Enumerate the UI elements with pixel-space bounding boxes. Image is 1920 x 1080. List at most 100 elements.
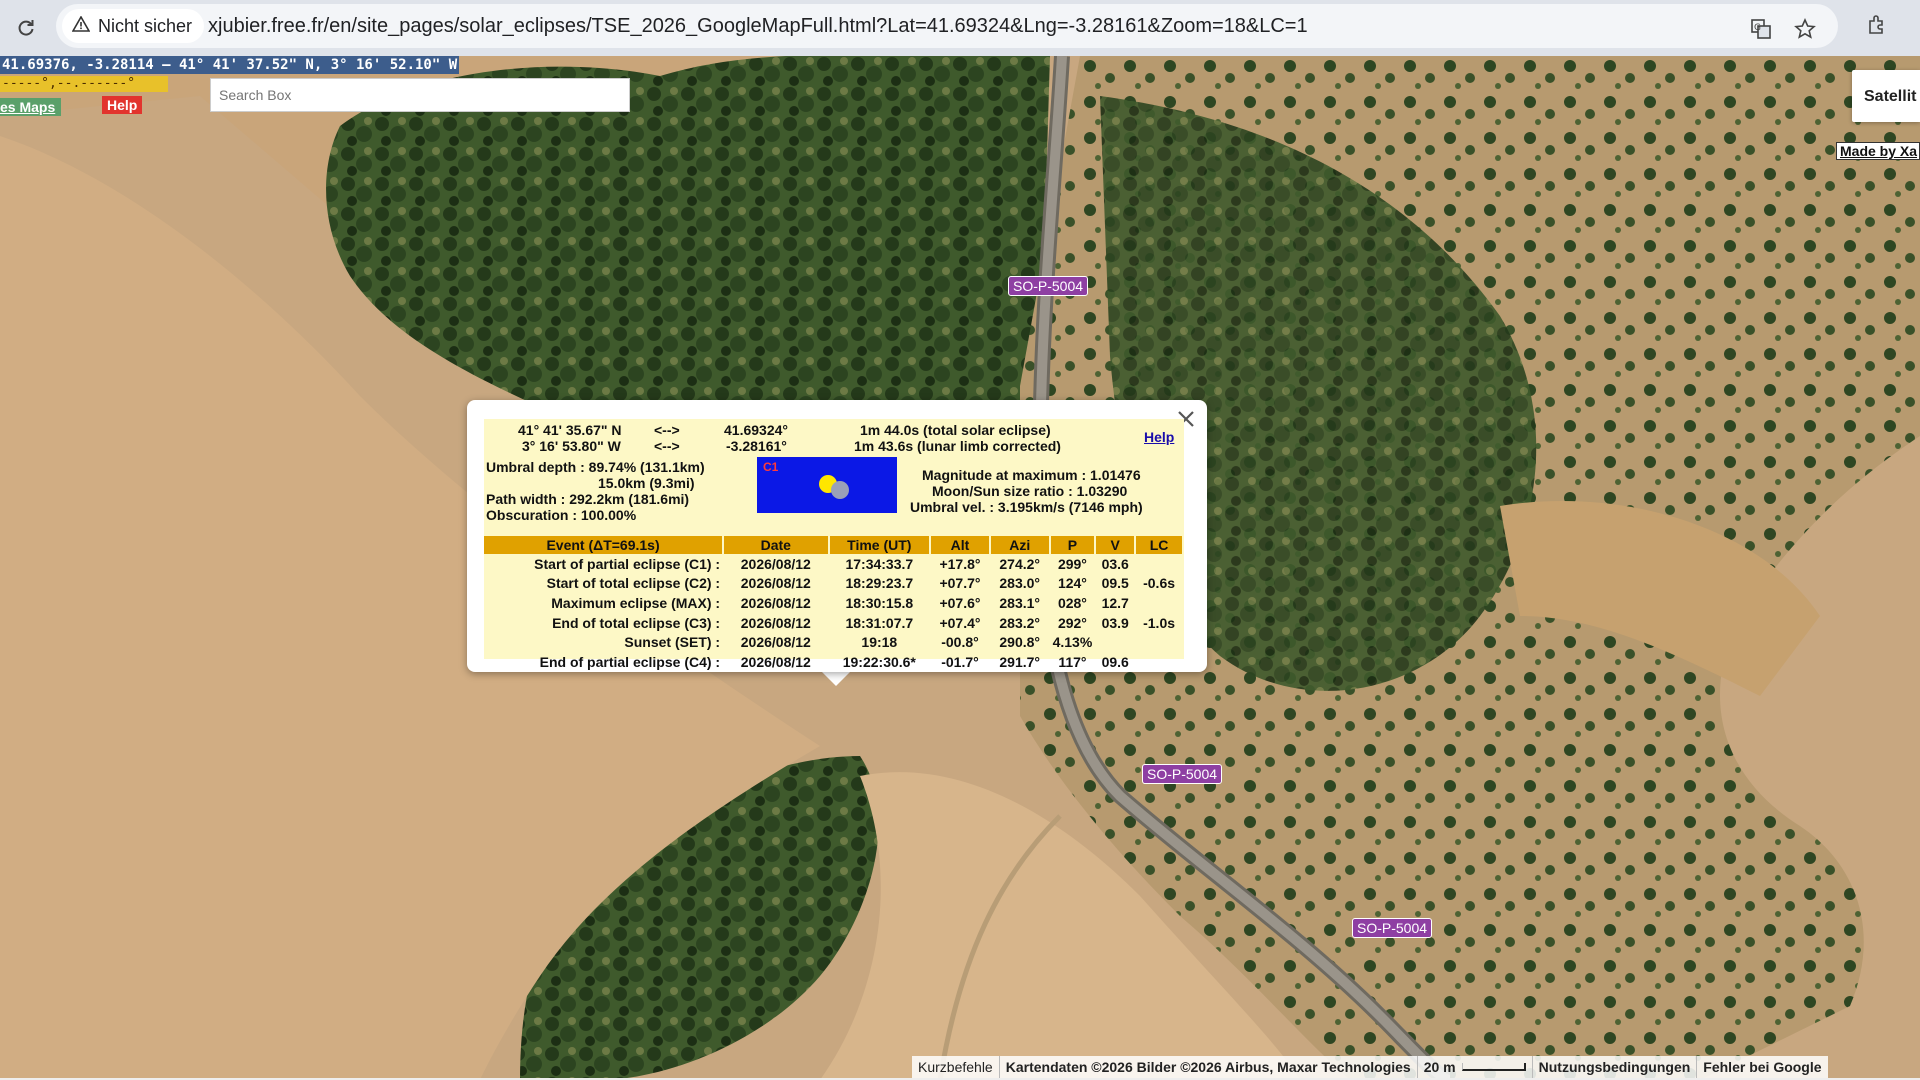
event-v-angle: 12.7 [1101,594,1129,611]
latitude-decimal: 41.69324° [724,422,788,438]
event-date: 2026/08/12 [740,634,811,651]
road-label: SO-P-5004 [1142,764,1223,784]
map-data-credit: Kartendaten ©2026 Bilder ©2026 Airbus, M… [998,1056,1417,1078]
event-name: Start of total eclipse (C2) : [546,575,721,592]
column-header: Date [723,536,830,554]
extensions-icon[interactable] [1860,8,1894,42]
longitude-decimal: -3.28161° [726,438,787,454]
event-altitude: -01.7° [941,653,979,670]
svg-text:G: G [1754,23,1761,33]
scale-control[interactable]: 20 m [1416,1056,1532,1078]
event-name: End of partial eclipse (C4) : [539,653,721,670]
table-row: Sunset (SET) : 2026/08/12 19:18 -00.8° 2… [484,632,1183,652]
scale-label: 20 m [1423,1059,1456,1075]
event-name: Maximum eclipse (MAX) : [551,594,721,611]
scale-bar-icon [1461,1063,1526,1071]
column-header: V [1095,536,1137,554]
event-limb-correction: -1.0s [1143,614,1176,631]
event-azimuth: 291.7° [999,653,1041,670]
event-date: 2026/08/12 [740,614,811,631]
moon-disc [831,481,849,499]
contact-label: C1 [763,460,779,474]
eclipse-info-window: 41° 41' 35.67" N <--> 41.69324° 3° 16' 5… [467,400,1207,672]
obscuration: Obscuration : 100.00% [486,507,637,523]
event-time: 18:29:23.7 [845,575,914,592]
warning-icon [71,14,91,37]
event-p-angle: 299° [1057,555,1087,572]
event-altitude: +17.8° [939,555,981,572]
table-header-row: Event (ΔT=69.1s) Date Time (UT) Alt Azi … [484,536,1184,554]
event-time: 19:22:30.6* [842,653,916,670]
magnitude: Magnitude at maximum : 1.01476 [922,467,1141,483]
browser-toolbar: Nicht sicher xjubier.free.fr/en/site_pag… [0,0,1920,56]
event-azimuth: 274.2° [999,555,1041,572]
search-input[interactable] [210,78,630,112]
map-type-button[interactable]: Satellit [1852,70,1920,122]
event-altitude: +07.7° [939,575,981,592]
coordinate-placeholder: -----°,--.------° [0,76,168,92]
map-attribution-bar: Kurzbefehle Kartendaten ©2026 Bilder ©20… [912,1056,1828,1078]
column-header: Time (UT) [828,536,932,554]
table-row: Start of total eclipse (C2) : 2026/08/12… [484,574,1183,594]
umbral-depth: Umbral depth : 89.74% (131.1km) [486,459,705,475]
longitude-dms: 3° 16' 53.80" W [522,438,621,454]
event-azimuth: 283.1° [999,594,1041,611]
event-azimuth: 290.8° [999,634,1041,651]
event-azimuth: 283.2° [999,614,1041,631]
event-p-angle: 117° [1058,653,1087,670]
event-v-angle: 09.6 [1101,653,1129,670]
event-date: 2026/08/12 [740,594,811,611]
road-label: SO-P-5004 [1352,918,1433,938]
event-name: End of total eclipse (C3) : [552,614,721,631]
security-chip[interactable]: Nicht sicher [62,9,205,43]
translate-icon[interactable]: G [1744,12,1778,46]
event-v-angle: 03.6 [1101,555,1129,572]
event-v-angle: 03.9 [1101,614,1129,631]
column-header: Azi [989,536,1051,554]
column-header: Event (ΔT=69.1s) [484,536,725,554]
event-date: 2026/08/12 [740,653,811,670]
road-label: SO-P-5004 [1008,276,1089,296]
event-limb-correction [1135,554,1183,574]
path-width: Path width : 292.2km (181.6mi) [486,491,690,507]
google-maps-link[interactable]: es Maps [0,98,62,116]
event-limb-correction [1135,632,1183,652]
made-by-link[interactable]: Made by Xa [1836,142,1920,160]
address-bar[interactable]: Nicht sicher xjubier.free.fr/en/site_pag… [56,4,1838,48]
event-obscuration: 4.13% [1052,634,1093,651]
umbral-depth-km: 15.0km (9.3mi) [598,475,695,491]
event-limb-correction [1135,652,1183,672]
event-altitude: -00.8° [941,634,979,651]
event-limb-correction [1135,593,1183,613]
report-error-link[interactable]: Fehler bei Google [1696,1056,1827,1078]
bookmark-star-icon[interactable] [1788,12,1822,46]
keyboard-shortcuts-link[interactable]: Kurzbefehle [912,1056,999,1078]
table-row: End of total eclipse (C3) : 2026/08/12 1… [484,613,1183,633]
event-p-angle: 124° [1057,575,1087,592]
coordinate-readout: 41.69376, -3.28114 — 41° 41' 37.52" N, 3… [0,56,460,74]
event-p-angle: 028° [1057,594,1087,611]
event-p-angle: 292° [1057,614,1087,631]
event-name: Start of partial eclipse (C1) : [534,555,721,572]
reload-icon[interactable] [8,10,44,46]
event-v-angle: 09.5 [1101,575,1129,592]
size-ratio: Moon/Sun size ratio : 1.03290 [932,483,1128,499]
event-date: 2026/08/12 [740,575,811,592]
table-row: Start of partial eclipse (C1) : 2026/08/… [484,554,1183,574]
column-header: LC [1135,536,1184,554]
event-v-angle [1095,632,1135,652]
eclipse-events-table: Event (ΔT=69.1s) Date Time (UT) Alt Azi … [484,536,1184,672]
help-link[interactable]: Help [1144,429,1174,445]
limb-corrected-duration: 1m 43.6s (lunar limb corrected) [854,438,1061,454]
url-text[interactable]: xjubier.free.fr/en/site_pages/solar_ecli… [208,15,1308,38]
help-button[interactable]: Help [102,96,143,114]
event-time: 18:31:07.7 [845,614,914,631]
event-altitude: +07.6° [939,594,981,611]
terms-link[interactable]: Nutzungsbedingungen [1531,1056,1697,1078]
arrow-separator: <--> [654,422,680,438]
column-header: Alt [930,536,991,554]
latitude-dms: 41° 41' 35.67" N [518,422,622,438]
table-row: Maximum eclipse (MAX) : 2026/08/12 18:30… [484,593,1183,613]
total-duration: 1m 44.0s (total solar eclipse) [860,422,1051,438]
event-altitude: +07.4° [939,614,981,631]
